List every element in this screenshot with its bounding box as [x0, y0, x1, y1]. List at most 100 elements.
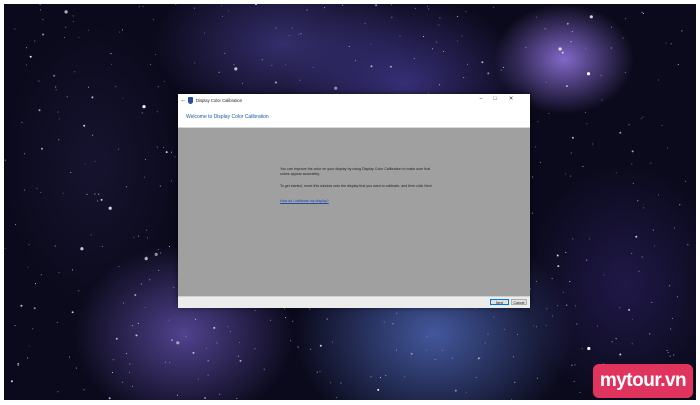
star [396, 312, 398, 314]
star [545, 324, 548, 326]
star [493, 6, 495, 8]
star [502, 66, 504, 68]
star [484, 342, 486, 344]
star [270, 319, 272, 321]
star [514, 381, 516, 383]
star [92, 134, 94, 136]
star [562, 291, 564, 293]
star [370, 376, 372, 378]
star [197, 378, 199, 380]
star [426, 5, 428, 7]
star [156, 111, 158, 113]
star [97, 200, 99, 202]
star [638, 270, 640, 272]
star [669, 285, 671, 287]
star [500, 69, 502, 71]
star [532, 324, 535, 327]
star [168, 319, 170, 321]
wizard-header: Welcome to Display Color Calibration [178, 109, 530, 127]
star [70, 172, 72, 174]
star [94, 160, 96, 162]
star [556, 305, 558, 307]
star [90, 234, 92, 236]
star [143, 176, 145, 178]
star [108, 206, 112, 210]
maximize-button[interactable]: □ [488, 94, 502, 104]
star [94, 193, 96, 195]
star [631, 163, 633, 165]
star [624, 71, 626, 74]
minimize-button[interactable]: − [474, 94, 488, 104]
star [628, 124, 630, 126]
star [390, 4, 393, 6]
star [125, 186, 127, 188]
star [300, 33, 302, 35]
next-button[interactable]: Next [490, 299, 509, 305]
star [336, 397, 338, 399]
star [310, 348, 312, 350]
star [619, 307, 621, 309]
close-button[interactable]: ✕ [504, 94, 518, 104]
star [342, 4, 344, 6]
star [54, 245, 56, 247]
star [27, 266, 29, 268]
star [355, 60, 357, 62]
title-bar[interactable]: ← Display Color Calibration − □ ✕ [178, 94, 530, 109]
star [391, 16, 393, 18]
star [442, 349, 444, 351]
star [164, 361, 166, 363]
star [428, 8, 430, 10]
star [292, 320, 294, 322]
star [173, 286, 175, 289]
star [540, 161, 542, 164]
star [625, 18, 627, 20]
star [142, 5, 144, 8]
star [670, 43, 672, 45]
star [134, 294, 137, 296]
star [135, 334, 138, 337]
star [466, 63, 469, 65]
help-link[interactable]: How do I calibrate my display? [280, 199, 329, 204]
star [261, 59, 263, 61]
star [669, 355, 671, 357]
back-arrow-icon[interactable]: ← [180, 96, 187, 105]
star [57, 111, 59, 113]
star [165, 151, 168, 154]
star [39, 9, 41, 11]
star [592, 143, 594, 145]
star [163, 80, 165, 82]
star [611, 341, 613, 343]
star [254, 309, 256, 312]
star [632, 182, 634, 184]
star [584, 112, 587, 114]
star [14, 224, 17, 226]
star [149, 279, 151, 281]
star [619, 353, 622, 356]
star [138, 6, 140, 8]
star [174, 156, 176, 158]
star [233, 63, 235, 65]
window-title: Display Color Calibration [196, 98, 243, 103]
star [80, 247, 84, 251]
star [570, 175, 572, 177]
star [194, 7, 196, 9]
star [579, 391, 581, 394]
star [158, 269, 160, 271]
star [546, 308, 548, 310]
star [667, 351, 669, 354]
star [34, 283, 37, 285]
star [649, 333, 651, 335]
star [572, 238, 574, 240]
star [141, 112, 143, 114]
star [619, 131, 622, 134]
star [299, 79, 301, 81]
star [454, 389, 457, 392]
star [17, 364, 19, 367]
star [601, 99, 603, 101]
star [122, 97, 124, 99]
star [100, 198, 103, 201]
star [38, 80, 40, 82]
cancel-button[interactable]: Cancel [511, 299, 527, 305]
star [144, 257, 148, 261]
star [410, 352, 413, 355]
